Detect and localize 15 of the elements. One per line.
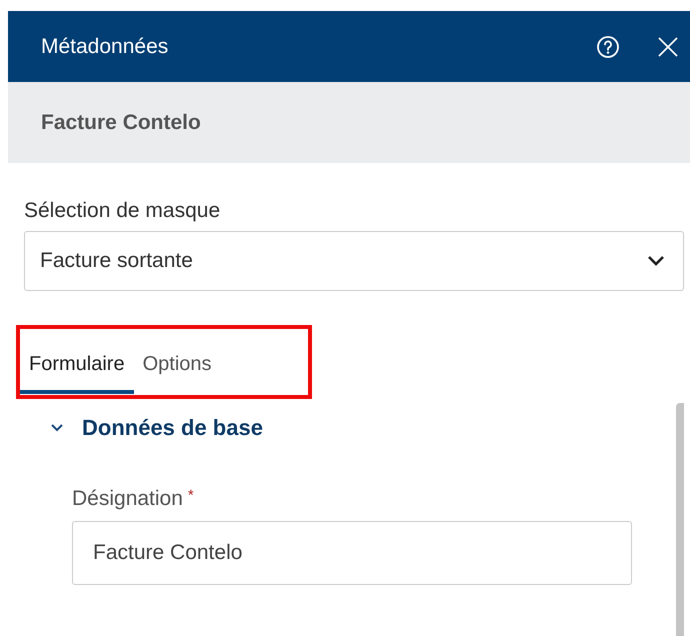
- field-label: Désignation: [72, 487, 183, 511]
- chevron-down-icon: [647, 255, 665, 267]
- document-title: Facture Contelo: [41, 110, 201, 134]
- window-title: Métadonnées: [41, 34, 170, 58]
- tab[interactable]: Options: [134, 346, 221, 394]
- chevron-down-icon[interactable]: [50, 423, 64, 433]
- field-label: Sélection de masque: [24, 199, 220, 223]
- mask-dropdown[interactable]: Facture sortante: [24, 231, 684, 291]
- tab[interactable]: Formulaire: [20, 346, 134, 394]
- required-marker: *: [188, 487, 194, 504]
- help-icon[interactable]: [596, 34, 620, 58]
- designation-input[interactable]: Facture Contelo: [72, 521, 632, 585]
- section-title[interactable]: Données de base: [82, 415, 263, 441]
- close-icon[interactable]: [656, 34, 680, 58]
- scrollbar[interactable]: [676, 403, 684, 636]
